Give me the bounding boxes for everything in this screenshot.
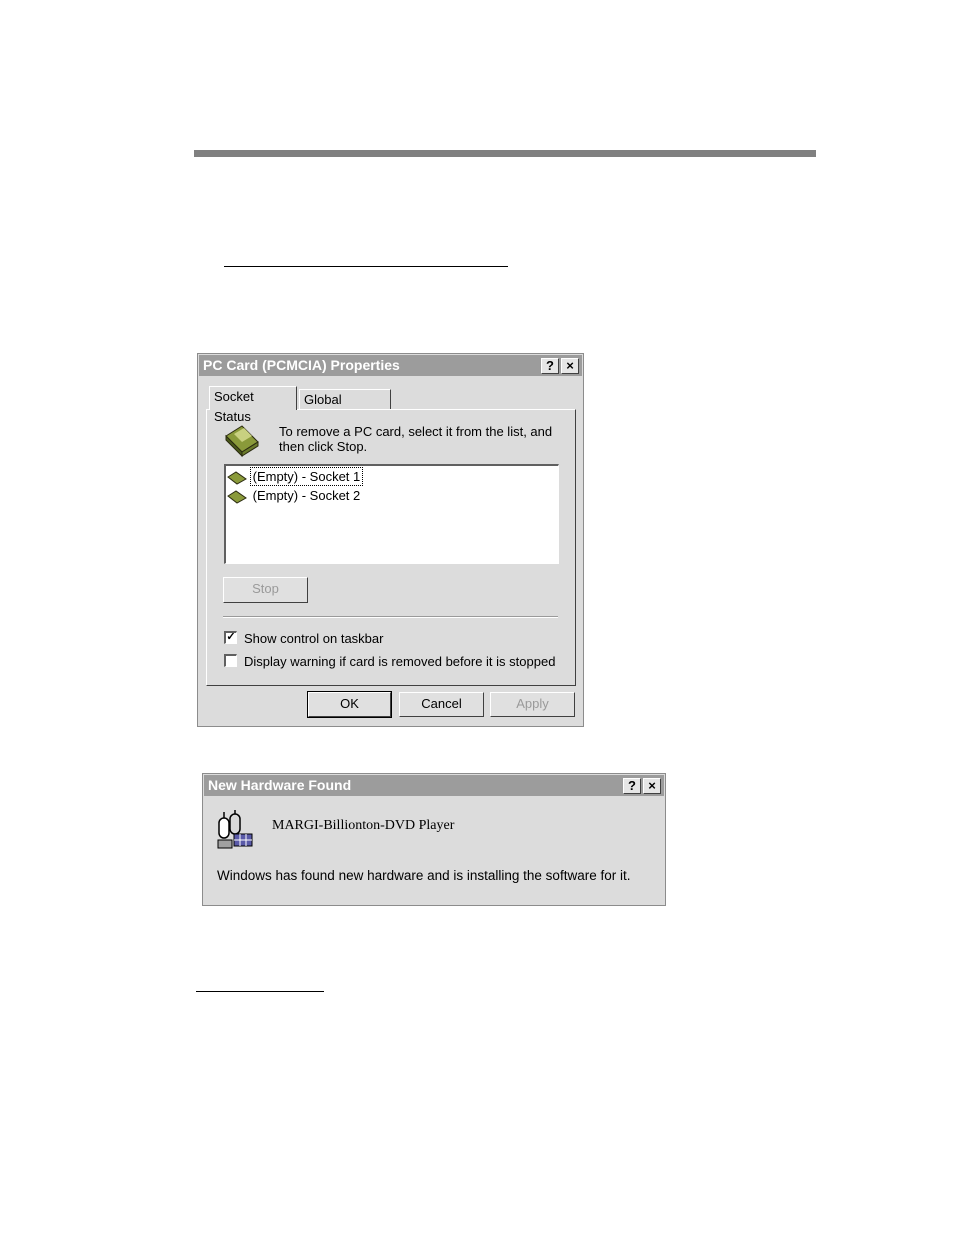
cancel-button[interactable]: Cancel bbox=[399, 692, 484, 717]
close-button[interactable]: × bbox=[561, 358, 579, 374]
pc-card-icon bbox=[227, 470, 247, 485]
display-warning-checkbox[interactable] bbox=[224, 654, 237, 667]
pc-card-icon bbox=[227, 489, 247, 504]
divider bbox=[223, 616, 558, 618]
new-hardware-dialog: New Hardware Found ? × MARGI-Billionton-… bbox=[202, 773, 666, 906]
device-name: MARGI-Billionton-DVD Player bbox=[272, 818, 455, 833]
socket-list[interactable]: (Empty) - Socket 1 (Empty) - Socket 2 bbox=[224, 464, 559, 564]
show-control-label: Show control on taskbar bbox=[244, 631, 384, 646]
pcmcia-properties-dialog: PC Card (PCMCIA) Properties ? × Socket S… bbox=[197, 353, 584, 727]
socket-list-item[interactable]: (Empty) - Socket 2 bbox=[227, 487, 362, 505]
socket-list-item[interactable]: (Empty) - Socket 1 bbox=[227, 467, 364, 486]
ok-button[interactable]: OK bbox=[307, 691, 392, 718]
help-button[interactable]: ? bbox=[623, 778, 641, 794]
instruction-text: To remove a PC card, select it from the … bbox=[279, 424, 553, 454]
help-button[interactable]: ? bbox=[541, 358, 559, 374]
show-control-checkbox[interactable]: ✓ bbox=[224, 631, 237, 644]
tab-socket-status-label: Socket Status bbox=[214, 389, 254, 424]
socket-2-label: (Empty) - Socket 2 bbox=[252, 488, 361, 503]
underline-rule bbox=[224, 266, 508, 267]
hardware-titlebar: New Hardware Found ? × bbox=[204, 775, 664, 796]
socket-1-label: (Empty) - Socket 1 bbox=[249, 467, 364, 486]
new-hardware-icon bbox=[217, 810, 253, 849]
pcmcia-dialog-title: PC Card (PCMCIA) Properties bbox=[203, 357, 400, 373]
pcmcia-titlebar: PC Card (PCMCIA) Properties ? × bbox=[199, 355, 582, 376]
footnote-rule bbox=[196, 991, 324, 992]
display-warning-label: Display warning if card is removed befor… bbox=[244, 654, 556, 669]
header-rule bbox=[194, 150, 816, 157]
tab-global-settings[interactable]: Global Settings bbox=[299, 389, 391, 427]
stop-button[interactable]: Stop bbox=[223, 577, 308, 603]
tab-socket-status[interactable]: Socket Status bbox=[209, 386, 297, 424]
hardware-dialog-title: New Hardware Found bbox=[208, 777, 352, 793]
apply-button[interactable]: Apply bbox=[490, 692, 575, 717]
hardware-message: Windows has found new hardware and is in… bbox=[217, 868, 631, 883]
pc-card-icon bbox=[225, 425, 259, 458]
close-button[interactable]: × bbox=[643, 778, 661, 794]
